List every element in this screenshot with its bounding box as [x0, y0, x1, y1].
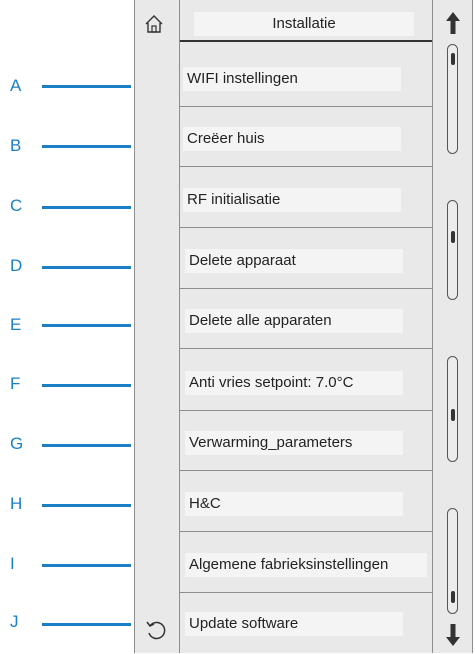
- scrollbar-thumb[interactable]: [451, 409, 455, 421]
- callout-line-c: [42, 206, 131, 209]
- arrow-up-icon[interactable]: [443, 10, 463, 36]
- callout-line-e: [42, 324, 131, 327]
- callout-line-b: [42, 145, 131, 148]
- callout-label-h: H: [10, 494, 23, 513]
- callout-label-g: G: [10, 434, 24, 453]
- menu-item-heating-parameters[interactable]: Verwarming_parameters: [180, 411, 432, 471]
- menu-item-create-house[interactable]: Creëer huis: [180, 107, 432, 167]
- menu-item-antifreeze-setpoint[interactable]: Anti vries setpoint: 7.0°C: [180, 351, 432, 411]
- scrollbar-thumb[interactable]: [451, 591, 455, 603]
- callout-label-b: B: [10, 136, 22, 155]
- menu-item-label: Creëer huis: [183, 127, 401, 151]
- menu-item-label: Delete alle apparaten: [185, 309, 403, 333]
- callout-line-d: [42, 266, 131, 269]
- menu-item-update-software[interactable]: Update software: [180, 594, 432, 654]
- callout-line-g: [42, 444, 131, 447]
- callout-label-f: F: [10, 374, 21, 393]
- menu-item-label: Update software: [185, 612, 403, 636]
- callout-line-f: [42, 384, 131, 387]
- arrow-down-icon[interactable]: [443, 622, 463, 648]
- menu-item-factory-reset[interactable]: Algemene fabrieksinstellingen: [180, 533, 432, 593]
- menu-item-label: Anti vries setpoint: 7.0°C: [185, 371, 403, 395]
- left-column: [134, 0, 180, 653]
- scrollbar-track[interactable]: [447, 508, 458, 614]
- menu-item-label: Algemene fabrieksinstellingen: [185, 553, 427, 577]
- callout-line-i: [42, 564, 131, 567]
- menu-item-label: WIFI instellingen: [183, 67, 401, 91]
- undo-icon[interactable]: [144, 618, 168, 642]
- menu-item-label: RF initialisatie: [183, 188, 401, 212]
- menu-item-label: H&C: [185, 492, 403, 516]
- callout-line-j: [42, 623, 131, 626]
- callout-label-a: A: [10, 76, 22, 95]
- menu-item-hc[interactable]: H&C: [180, 472, 432, 532]
- menu-item-wifi[interactable]: WIFI instellingen: [180, 47, 432, 107]
- menu-item-delete-all-devices[interactable]: Delete alle apparaten: [180, 289, 432, 349]
- page-title: Installatie: [194, 12, 414, 36]
- callout-line-h: [42, 504, 131, 507]
- callout-line-a: [42, 85, 131, 88]
- header-divider: [180, 40, 432, 42]
- menu-item-delete-device[interactable]: Delete apparaat: [180, 229, 432, 289]
- scrollbar-track[interactable]: [447, 200, 458, 300]
- scrollbar-track[interactable]: [447, 44, 458, 154]
- callout-label-e: E: [10, 315, 22, 334]
- menu-item-rf-init[interactable]: RF initialisatie: [180, 168, 432, 228]
- scrollbar-track[interactable]: [447, 356, 458, 462]
- home-icon[interactable]: [144, 14, 164, 34]
- scrollbar-thumb[interactable]: [451, 231, 455, 243]
- callout-label-j: J: [10, 612, 19, 631]
- callout-label-i: I: [10, 554, 15, 573]
- menu-item-label: Delete apparaat: [185, 249, 403, 273]
- menu-item-label: Verwarming_parameters: [185, 431, 403, 455]
- scrollbar-thumb[interactable]: [451, 53, 455, 65]
- callout-label-d: D: [10, 256, 23, 275]
- callout-label-c: C: [10, 196, 23, 215]
